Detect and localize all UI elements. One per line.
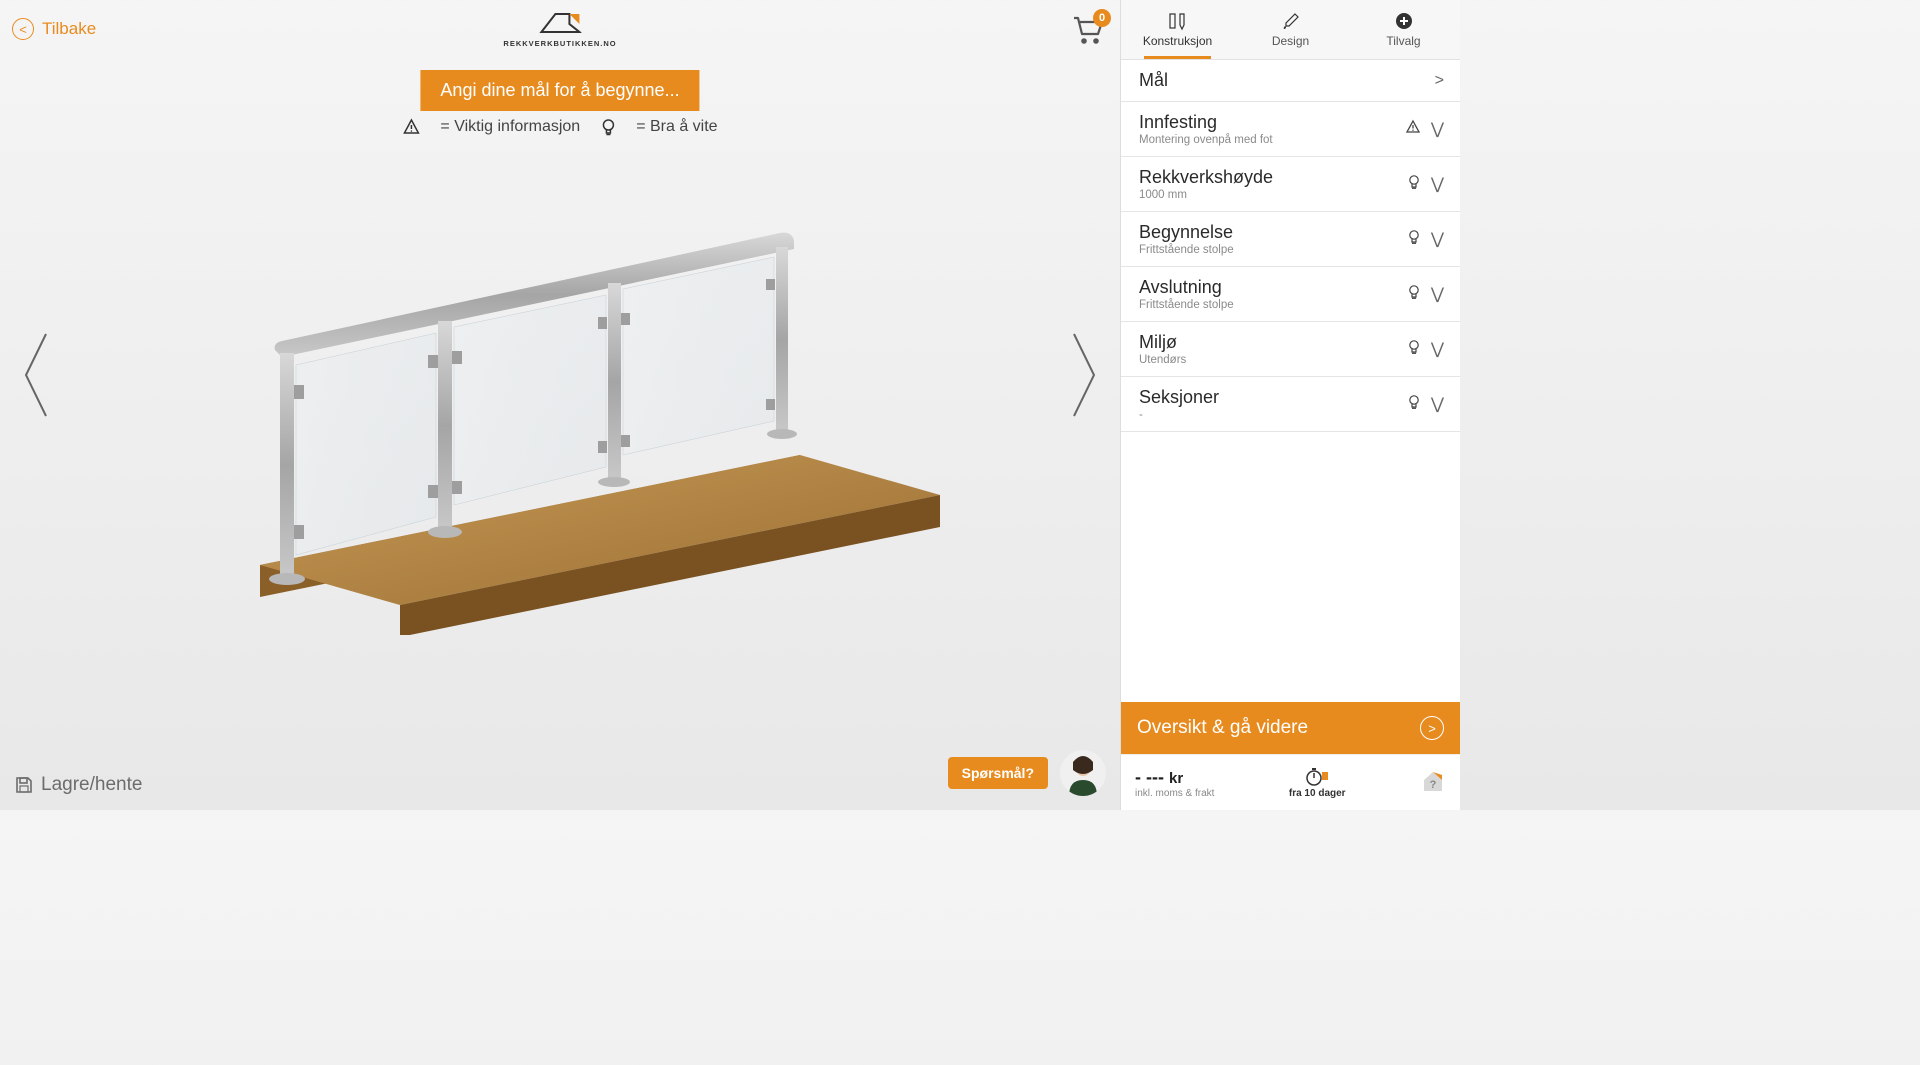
legend-warn-text: = Viktig informasjon [440, 118, 580, 136]
acc-title: Miljø [1139, 332, 1186, 353]
help-button[interactable]: ? [1420, 767, 1446, 798]
logo-icon [539, 10, 581, 36]
lightbulb-icon [600, 118, 616, 136]
price-footer: - --- kr inkl. moms & frakt fra 10 dager… [1121, 754, 1460, 810]
chevron-down-icon: ⋁ [1431, 284, 1444, 304]
acc-sub: 1000 mm [1139, 189, 1273, 201]
save-label: Lagre/hente [41, 774, 142, 796]
acc-title: Avslutning [1139, 277, 1234, 298]
lightbulb-icon [1407, 284, 1421, 304]
acc-title: Innfesting [1139, 112, 1273, 133]
brush-icon [1281, 11, 1301, 31]
price-tax: inkl. moms & frakt [1135, 788, 1214, 799]
save-load-button[interactable]: Lagre/hente [14, 774, 142, 796]
lightbulb-icon [1407, 339, 1421, 359]
legend-tip-text: = Bra å vite [636, 118, 717, 136]
acc-item-begynnelse[interactable]: BegynnelseFrittstående stolpe ⋁ [1121, 212, 1460, 267]
svg-text:?: ? [1430, 779, 1437, 791]
tab-label: Design [1272, 34, 1309, 48]
acc-title: Mål [1139, 70, 1168, 91]
acc-item-rekkverkshoyde[interactable]: Rekkverkshøyde1000 mm ⋁ [1121, 157, 1460, 212]
prev-arrow[interactable] [20, 330, 52, 425]
overview-button[interactable]: Oversikt & gå videre > [1121, 702, 1460, 754]
acc-title: Seksjoner [1139, 387, 1219, 408]
warning-icon [1405, 119, 1421, 139]
tab-label: Konstruksjon [1143, 34, 1212, 48]
acc-title: Rekkverkshøyde [1139, 167, 1273, 188]
acc-item-avslutning[interactable]: AvslutningFrittstående stolpe ⋁ [1121, 267, 1460, 322]
lightbulb-icon [1407, 174, 1421, 194]
info-legend: = Viktig informasjon = Bra å vite [402, 118, 717, 136]
overview-label: Oversikt & gå videre [1137, 717, 1308, 739]
lightbulb-icon [1407, 229, 1421, 249]
acc-item-maal[interactable]: Mål > [1121, 60, 1460, 102]
back-icon: < [12, 18, 34, 40]
shipping-info: fra 10 dager [1289, 766, 1346, 799]
acc-item-miljo[interactable]: MiljøUtendørs ⋁ [1121, 322, 1460, 377]
tab-design[interactable]: Design [1234, 0, 1347, 59]
acc-item-seksjoner[interactable]: Seksjoner- ⋁ [1121, 377, 1460, 432]
tab-tilvalg[interactable]: Tilvalg [1347, 0, 1460, 59]
logo-text: REKKVERKBUTIKKEN.NO [503, 39, 616, 48]
stopwatch-icon [1304, 766, 1330, 786]
cta-banner[interactable]: Angi dine mål for å begynne... [420, 70, 699, 111]
tab-konstruksjon[interactable]: Konstruksjon [1121, 0, 1234, 59]
cart-badge: 0 [1093, 9, 1111, 27]
chevron-down-icon: ⋁ [1431, 119, 1444, 139]
acc-sub: Frittstående stolpe [1139, 244, 1234, 256]
back-label: Tilbake [42, 19, 96, 39]
acc-title: Begynnelse [1139, 222, 1234, 243]
ship-label: fra 10 dager [1289, 788, 1346, 799]
logo[interactable]: REKKVERKBUTIKKEN.NO [503, 10, 616, 48]
lightbulb-icon [1407, 394, 1421, 414]
chevron-right-icon: > [1435, 72, 1444, 90]
plus-circle-icon [1394, 11, 1414, 31]
acc-sub: - [1139, 409, 1219, 421]
chevron-down-icon: ⋁ [1431, 174, 1444, 194]
cart-button[interactable]: 0 [1070, 12, 1106, 53]
chevron-down-icon: ⋁ [1431, 339, 1444, 359]
acc-item-innfesting[interactable]: InnfestingMontering ovenpå med fot ⋁ [1121, 102, 1460, 157]
save-icon [14, 775, 34, 795]
price-amount: - --- kr [1135, 767, 1214, 788]
house-help-icon: ? [1420, 767, 1446, 793]
config-tabs: Konstruksjon Design Tilvalg [1121, 0, 1460, 60]
config-sidebar: Konstruksjon Design Tilvalg Mål > Innfes… [1120, 0, 1460, 810]
acc-sub: Montering ovenpå med fot [1139, 134, 1273, 146]
chevron-right-icon: > [1420, 716, 1444, 740]
support-avatar[interactable] [1060, 750, 1106, 796]
accordion-list: Mål > InnfestingMontering ovenpå med fot… [1121, 60, 1460, 702]
ruler-pencil-icon [1168, 11, 1188, 31]
product-viewer[interactable] [80, 155, 1040, 635]
chevron-down-icon: ⋁ [1431, 229, 1444, 249]
chat-button[interactable]: Spørsmål? [948, 757, 1048, 789]
chevron-down-icon: ⋁ [1431, 394, 1444, 414]
acc-sub: Frittstående stolpe [1139, 299, 1234, 311]
tab-label: Tilvalg [1386, 34, 1420, 48]
next-arrow[interactable] [1068, 330, 1100, 425]
warning-icon [402, 118, 420, 136]
back-button[interactable]: < Tilbake [12, 18, 96, 40]
acc-sub: Utendørs [1139, 354, 1186, 366]
